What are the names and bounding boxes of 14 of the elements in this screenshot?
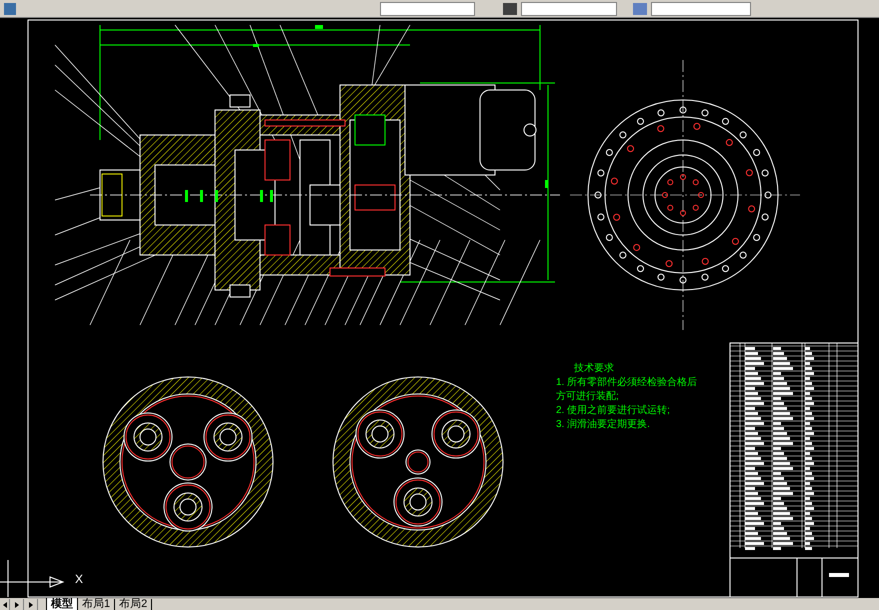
tech-requirements-line: 1. 所有零部件必须经检验合格后	[556, 377, 698, 389]
lineweight-dropdown[interactable]	[651, 2, 751, 16]
toolbar-icon[interactable]	[503, 2, 517, 14]
layout-tab[interactable]: 模型	[46, 598, 78, 610]
axis-label: X	[75, 573, 84, 585]
tech-requirements-line: 方可进行装配;	[556, 391, 620, 403]
linetype-dropdown[interactable]	[521, 2, 617, 16]
tech-requirements-line: 3. 润滑油要定期更换.	[556, 419, 651, 431]
tech-requirements-title: 技术要求	[573, 363, 615, 375]
tech-requirements-line: 2. 使用之前要进行试运转;	[556, 405, 671, 417]
layer-dropdown[interactable]	[380, 2, 475, 16]
ucs-axis-icon	[0, 560, 64, 598]
toolbar-icon[interactable]	[4, 2, 16, 14]
drawing-canvas[interactable]: X 技术要求 1. 所有零部件必须经检验合格后 方可进行装配; 2. 使用之前要进行试运转; 3. 润滑油要定期更换.	[0, 18, 879, 598]
